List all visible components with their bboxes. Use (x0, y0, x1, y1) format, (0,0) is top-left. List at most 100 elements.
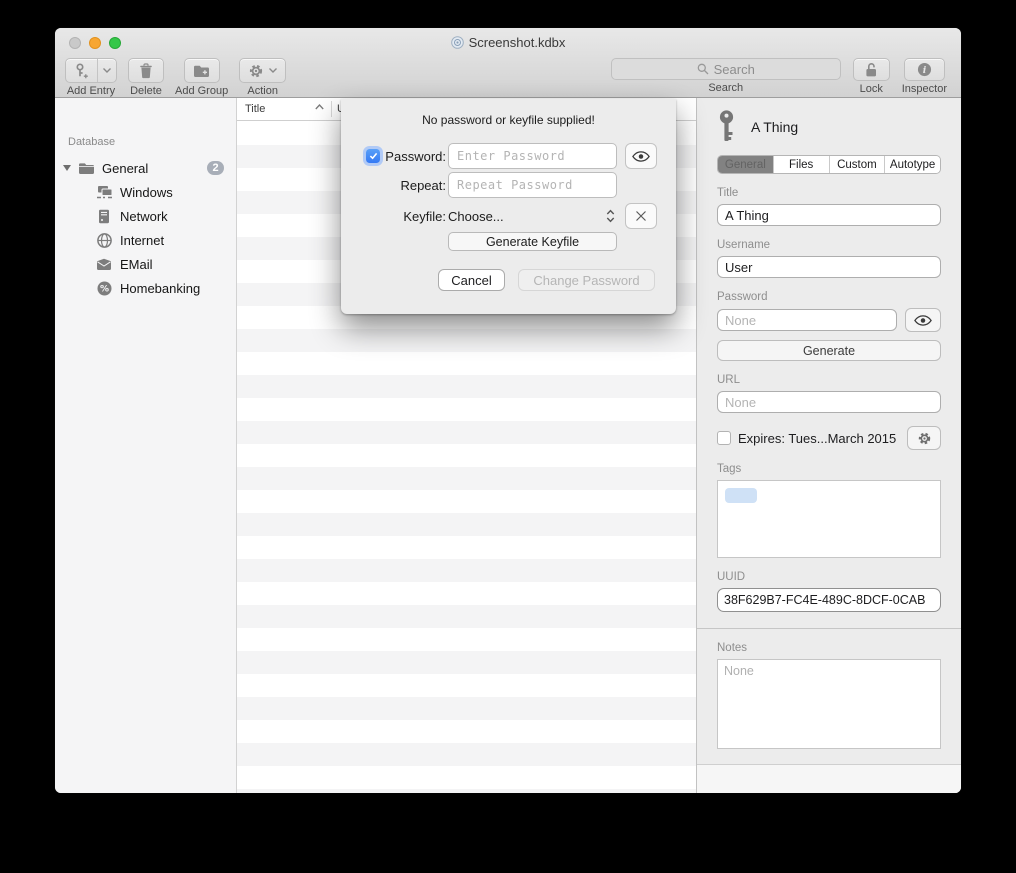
svg-text:%: % (99, 284, 108, 294)
tab-general[interactable]: General (718, 156, 773, 173)
inspector-panel: A Thing General Files Custom Autotype Ti… (696, 98, 961, 793)
inspector-button[interactable]: i (904, 58, 945, 81)
add-group-button[interactable] (184, 58, 220, 83)
globe-icon (95, 233, 113, 248)
password-checkbox[interactable] (366, 149, 380, 163)
search-input[interactable]: Search (611, 58, 841, 80)
sidebar-item-internet[interactable]: Internet (55, 228, 236, 252)
action-tool: Action (239, 58, 286, 97)
tags-label: Tags (717, 463, 941, 475)
sidebar-item-email[interactable]: EMail (55, 252, 236, 276)
envelope-icon (95, 258, 113, 270)
sidebar-item-label: Internet (120, 233, 164, 248)
username-label: Username (717, 239, 941, 251)
url-label: URL (717, 374, 941, 386)
generate-password-button[interactable]: Generate (717, 340, 941, 361)
add-entry-tool: Add Entry (65, 58, 117, 97)
toolbar: Add Entry Delete Add Group (55, 56, 961, 98)
window-header: Screenshot.kdbx Add Entry (55, 28, 961, 98)
column-header-title[interactable]: Title (245, 103, 265, 115)
server-icon (95, 209, 113, 224)
lock-tool: Lock (853, 58, 890, 95)
reveal-sheet-password-button[interactable] (625, 143, 657, 169)
sidebar-item-label: Homebanking (120, 281, 200, 296)
sidebar-item-network[interactable]: Network (55, 204, 236, 228)
tab-custom[interactable]: Custom (829, 156, 885, 173)
delete-button[interactable] (128, 58, 164, 83)
entry-header: A Thing (717, 108, 941, 146)
keyfile-selected-value: Choose... (448, 209, 504, 224)
enter-password-field[interactable] (448, 143, 617, 169)
eye-icon (914, 315, 932, 326)
tags-box[interactable] (717, 480, 941, 558)
title-field[interactable] (717, 204, 941, 226)
chevron-down-icon (269, 68, 277, 73)
app-window: Screenshot.kdbx Add Entry (55, 28, 961, 793)
document-icon (451, 36, 464, 49)
password-field[interactable] (717, 309, 897, 331)
uuid-field[interactable] (717, 588, 941, 612)
tag-pill[interactable] (725, 488, 757, 503)
inspector-tool: i Inspector (902, 58, 947, 95)
expires-label: Expires: Tues...March 2015 (738, 431, 896, 446)
notes-field[interactable] (717, 659, 941, 749)
lock-button[interactable] (853, 58, 890, 81)
keyfile-dropdown[interactable]: Choose... (448, 209, 617, 224)
add-group-tool: Add Group (175, 58, 228, 97)
sidebar-item-label: Windows (120, 185, 173, 200)
action-label: Action (247, 85, 278, 97)
info-icon: i (917, 62, 932, 77)
username-field[interactable] (717, 256, 941, 278)
inspector-tabs: General Files Custom Autotype (717, 155, 941, 174)
key-plus-icon (66, 59, 97, 82)
change-password-button[interactable]: Change Password (518, 269, 655, 291)
trash-icon (139, 63, 153, 79)
add-entry-button[interactable] (65, 58, 117, 83)
keyfile-label: Keyfile: (403, 209, 446, 224)
sidebar-item-homebanking[interactable]: % Homebanking (55, 276, 236, 300)
search-icon (697, 63, 709, 75)
tab-autotype[interactable]: Autotype (884, 156, 940, 173)
search-placeholder: Search (714, 62, 755, 77)
repeat-password-field[interactable] (448, 172, 617, 198)
password-label: Password (717, 291, 941, 303)
title-label: Title (717, 187, 941, 199)
windows-icon (95, 185, 113, 199)
search-tool: Search Search (611, 58, 841, 94)
expires-settings-button[interactable] (907, 426, 941, 450)
clear-keyfile-button[interactable] (625, 203, 657, 229)
window-title-text: Screenshot.kdbx (469, 35, 566, 50)
disclosure-triangle-icon[interactable] (63, 165, 71, 171)
add-entry-dropdown[interactable] (97, 59, 116, 82)
expires-checkbox[interactable] (717, 431, 731, 445)
url-field[interactable] (717, 391, 941, 413)
gear-icon (248, 63, 264, 79)
cancel-button[interactable]: Cancel (438, 269, 505, 291)
lock-icon (864, 62, 878, 78)
sidebar-item-general[interactable]: General 2 (55, 156, 236, 180)
sidebar-item-windows[interactable]: Windows (55, 180, 236, 204)
inspector-label: Inspector (902, 83, 947, 95)
close-x-icon (635, 210, 647, 222)
action-button[interactable] (239, 58, 286, 83)
percent-icon: % (95, 281, 113, 296)
add-entry-label: Add Entry (67, 85, 115, 97)
search-label: Search (708, 82, 743, 94)
add-group-label: Add Group (175, 85, 228, 97)
sort-ascending-icon (315, 104, 324, 110)
entry-count-badge: 2 (207, 161, 224, 175)
generate-keyfile-button[interactable]: Generate Keyfile (448, 232, 617, 251)
window-title: Screenshot.kdbx (55, 35, 961, 50)
sheet-password-label: Password: (385, 149, 446, 164)
inspector-divider (697, 628, 961, 629)
reveal-password-button[interactable] (905, 308, 941, 332)
gear-icon (917, 431, 932, 446)
sidebar: Database General 2 Windows Network I (55, 98, 237, 793)
svg-text:i: i (923, 65, 927, 76)
tab-files[interactable]: Files (773, 156, 829, 173)
lock-label: Lock (860, 83, 883, 95)
sidebar-item-label: Network (120, 209, 168, 224)
uuid-label: UUID (717, 571, 941, 583)
change-password-sheet: No password or keyfile supplied! Passwor… (341, 99, 676, 314)
column-divider[interactable] (331, 101, 332, 117)
